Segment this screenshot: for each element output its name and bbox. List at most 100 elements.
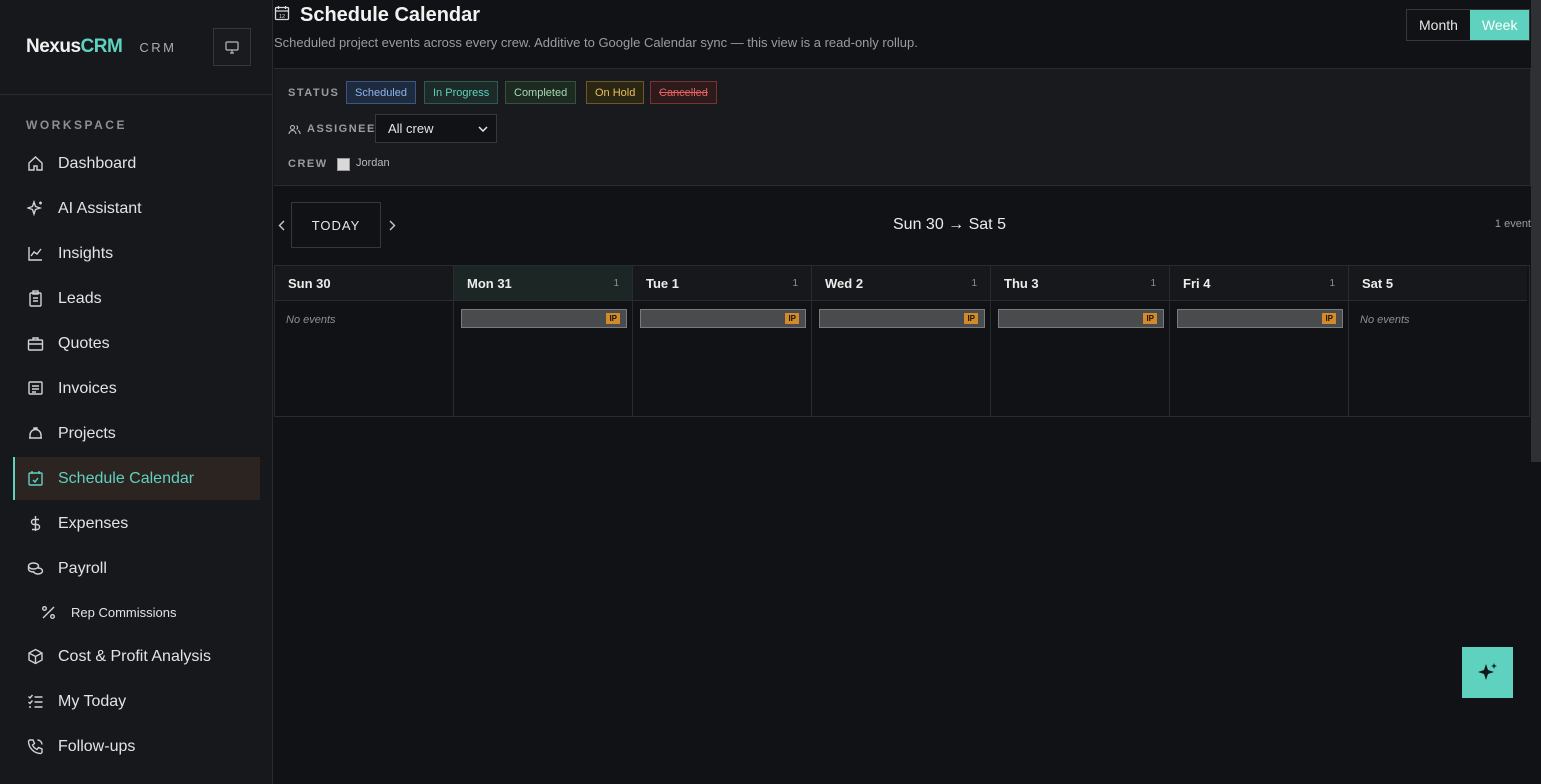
status-chip-scheduled[interactable]: Scheduled [346, 81, 416, 104]
status-filter-label: STATUS [288, 87, 340, 99]
sidebar-item-label: AI Assistant [58, 199, 142, 217]
day-header: Fri 4 1 [1170, 266, 1348, 301]
day-column-mon-31[interactable]: Mon 31 1 IP [453, 266, 632, 416]
scrollbar-thumb[interactable] [1531, 0, 1541, 462]
receipt-icon [26, 380, 44, 398]
calendar-event[interactable]: IP [640, 309, 806, 328]
sidebar-item-label: Schedule Calendar [58, 469, 195, 487]
sidebar-item-label: Expenses [58, 514, 129, 532]
sidebar-item-projects[interactable]: Projects [13, 412, 260, 455]
calendar-event[interactable]: IP [1177, 309, 1343, 328]
sidebar-item-schedule-calendar[interactable]: Schedule Calendar [13, 457, 260, 500]
sidebar-item-invoices[interactable]: Invoices [13, 367, 260, 410]
status-chip-in-progress[interactable]: In Progress [424, 81, 499, 104]
ai-assistant-fab[interactable] [1462, 647, 1513, 698]
chevron-right-icon [389, 220, 395, 230]
dollar-icon [26, 515, 44, 533]
chart-line-icon [26, 245, 44, 263]
day-header: Thu 3 1 [991, 266, 1169, 301]
sidebar-item-follow-ups[interactable]: Follow-ups [13, 725, 260, 768]
status-chip-cancelled[interactable]: Cancelled [650, 81, 717, 104]
sidebar-item-cost-profit-analysis[interactable]: Cost & Profit Analysis [13, 635, 260, 678]
day-event-count: 1 [1150, 277, 1156, 289]
prev-week-button[interactable] [274, 216, 288, 234]
sidebar-item-insights[interactable]: Insights [13, 232, 260, 275]
crew-checkbox-jordan[interactable] [337, 158, 350, 171]
calendar-navigation: TODAY Sun 30 → Sat 5 1 event [274, 202, 1531, 248]
sidebar-item-ai-assistant[interactable]: AI Assistant [13, 187, 260, 230]
day-column-thu-3[interactable]: Thu 3 1 IP [990, 266, 1169, 416]
no-events-text: No events [1360, 314, 1410, 326]
clipboard-icon [26, 290, 44, 308]
chevron-left-icon [278, 220, 284, 230]
sidebar-item-label: Quotes [58, 334, 110, 352]
day-column-sat-5[interactable]: Sat 5 No events [1348, 266, 1527, 416]
day-header: Mon 31 1 [454, 266, 632, 301]
day-column-fri-4[interactable]: Fri 4 1 IP [1169, 266, 1348, 416]
day-name: Fri 4 [1183, 275, 1211, 291]
sidebar-item-my-today[interactable]: My Today [13, 680, 260, 723]
calendar-event[interactable]: IP [819, 309, 985, 328]
day-column-wed-2[interactable]: Wed 2 1 IP [811, 266, 990, 416]
sidebar-item-dashboard[interactable]: Dashboard [13, 142, 260, 185]
day-column-tue-1[interactable]: Tue 1 1 IP [632, 266, 811, 416]
assignee-select[interactable]: All crew [375, 114, 497, 143]
date-range-label: Sun 30 → Sat 5 [893, 216, 1006, 233]
package-icon [26, 648, 44, 666]
next-week-button[interactable] [385, 216, 399, 234]
event-status-tag: IP [785, 313, 799, 324]
brand-logo[interactable]: Nexus CRM CRM [26, 36, 176, 58]
day-column-sun-30[interactable]: Sun 30 No events [274, 266, 453, 416]
percent-icon [39, 604, 57, 622]
monitor-icon [225, 40, 239, 54]
status-chip-completed[interactable]: Completed [505, 81, 577, 104]
display-toggle-button[interactable] [213, 28, 251, 66]
main-content: 12 Schedule Calendar Scheduled project e… [274, 0, 1541, 784]
today-button[interactable]: TODAY [291, 202, 381, 248]
sidebar-item-label: Insights [58, 244, 114, 262]
crew-name-jordan: Jordan [356, 157, 390, 169]
sidebar-item-quotes[interactable]: Quotes [13, 322, 260, 365]
day-event-count: 1 [971, 277, 977, 289]
calendar-event[interactable]: IP [998, 309, 1164, 328]
day-name: Wed 2 [825, 275, 864, 291]
assignee-label-text: ASSIGNEE [307, 123, 376, 135]
calendar-icon: 12 [274, 5, 290, 26]
briefcase-icon [26, 335, 44, 353]
day-name: Mon 31 [467, 275, 512, 291]
users-icon [288, 124, 301, 134]
chevron-down-icon [478, 125, 488, 132]
sparkle-icon [1477, 662, 1497, 680]
phone-icon [26, 738, 44, 756]
coins-icon [26, 560, 44, 578]
day-name: Sat 5 [1362, 275, 1394, 291]
week-grid: Sun 30 No events Mon 31 1 IP Tue 1 1 IP [274, 265, 1530, 417]
sidebar-item-label: Leads [58, 289, 102, 307]
day-event-count: 1 [1329, 277, 1335, 289]
sidebar-item-label: Dashboard [58, 154, 137, 172]
page-title: Schedule Calendar [300, 3, 481, 26]
page-subtitle: Scheduled project events across every cr… [274, 35, 918, 50]
event-count: 1 event [1494, 218, 1531, 230]
sidebar-item-payroll[interactable]: Payroll [13, 547, 260, 590]
sidebar-item-label: Follow-ups [58, 737, 136, 755]
sidebar-item-rep-commissions[interactable]: Rep Commissions [13, 591, 260, 634]
view-week-button[interactable]: Week [1469, 10, 1530, 40]
sidebar-item-leads[interactable]: Leads [13, 277, 260, 320]
day-name: Sun 30 [288, 275, 331, 291]
sidebar-item-expenses[interactable]: Expenses [13, 502, 260, 545]
no-events-text: No events [286, 314, 336, 326]
view-month-button[interactable]: Month [1407, 10, 1470, 40]
hard-hat-icon [26, 425, 44, 443]
sidebar-item-label: Cost & Profit Analysis [58, 647, 211, 665]
brand-name: Nexus [26, 36, 81, 57]
day-header: Wed 2 1 [812, 266, 990, 301]
event-status-tag: IP [1143, 313, 1157, 324]
scrollbar[interactable] [1531, 0, 1541, 462]
status-chip-on-hold[interactable]: On Hold [586, 81, 645, 104]
sidebar: Nexus CRM CRM WORKSPACE Dashboard AI Assi… [0, 0, 273, 784]
calendar-event[interactable]: IP [461, 309, 627, 328]
home-icon [26, 155, 44, 173]
crew-filter-label: CREW [288, 158, 328, 170]
sidebar-item-label: Rep Commissions [71, 605, 177, 620]
